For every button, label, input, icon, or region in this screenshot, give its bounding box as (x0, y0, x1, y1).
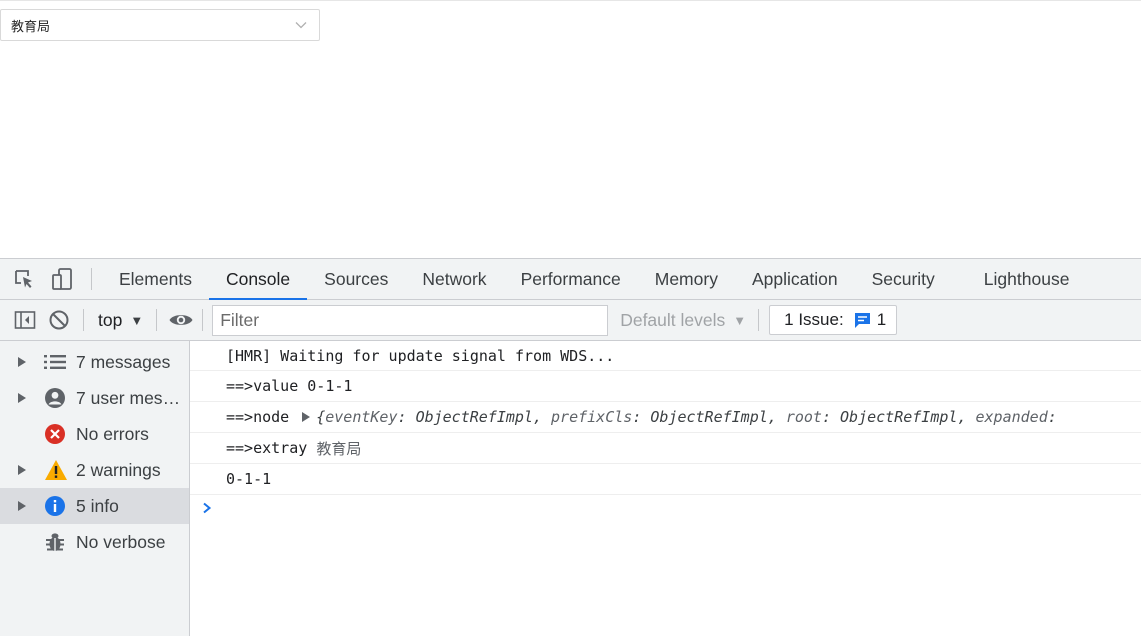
expand-triangle-icon[interactable] (0, 393, 44, 403)
issues-label: 1 Issue: (784, 310, 844, 329)
sidebar-item-verbose[interactable]: No verbose (0, 524, 189, 560)
tree-select[interactable]: 教育局 (0, 9, 320, 41)
expand-triangle-icon[interactable] (0, 501, 44, 511)
message-text: ==>value 0-1-1 (226, 377, 353, 395)
expand-triangle-icon[interactable] (0, 465, 44, 475)
clear-console-icon[interactable] (42, 303, 76, 337)
console-message: ==>value 0-1-1 (190, 371, 1141, 402)
sidebar-item-user-messages[interactable]: 7 user mess… (0, 380, 189, 416)
log-levels-dropdown[interactable]: Default levels ▼ (620, 310, 746, 331)
tab-elements[interactable]: Elements (102, 259, 209, 299)
console-message: [HMR] Waiting for update signal from WDS… (190, 341, 1141, 371)
sidebar-item-messages[interactable]: 7 messages (0, 344, 189, 380)
message-text: ==>extray (226, 439, 308, 457)
issue-message-icon (854, 312, 871, 329)
chevron-down-icon (295, 19, 307, 31)
prompt-chevron-icon (202, 501, 212, 519)
tab-application[interactable]: Application (735, 259, 855, 299)
warning-icon (44, 459, 76, 481)
context-selector[interactable]: top ▼ (91, 310, 149, 331)
sidebar-item-errors[interactable]: No errors (0, 416, 189, 452)
console-toolbar: top ▼ Default levels ▼ 1 Issue: (0, 300, 1141, 341)
inspect-element-icon[interactable] (5, 259, 43, 299)
tree-select-value: 教育局 (11, 19, 51, 35)
tab-separator (91, 268, 92, 290)
user-icon (44, 387, 76, 409)
filter-input[interactable] (220, 309, 601, 331)
toolbar-separator (156, 309, 158, 331)
bug-icon (44, 531, 76, 553)
tab-console[interactable]: Console (208, 259, 308, 300)
sidebar-item-warnings[interactable]: 2 warnings (0, 452, 189, 488)
console-message: ==>node {eventKey: ObjectRefImpl, prefix… (190, 402, 1141, 433)
sidebar-item-info[interactable]: 5 info (0, 488, 189, 524)
caret-down-icon: ▼ (733, 312, 747, 328)
sidebar-item-label: No verbose (76, 531, 166, 552)
device-toolbar-icon[interactable] (43, 259, 81, 299)
caret-down-icon: ▼ (130, 312, 144, 328)
sidebar-item-label: 5 info (76, 495, 119, 516)
console-prompt[interactable] (190, 495, 1141, 525)
console-message: 0-1-1 (190, 464, 1141, 495)
message-text: 0-1-1 (226, 470, 272, 488)
tab-lighthouse[interactable]: Lighthouse (967, 259, 1087, 299)
tab-network[interactable]: Network (405, 259, 503, 299)
context-label: top (98, 309, 123, 330)
filter-field[interactable] (212, 304, 609, 336)
toolbar-separator (758, 309, 760, 331)
sidebar-item-label: No errors (76, 423, 149, 444)
sidebar-item-label: 7 user mess… (76, 387, 189, 408)
console-sidebar: 7 messages 7 user mess… No errors 2 warn… (0, 341, 190, 636)
issues-count: 1 (876, 310, 887, 329)
message-text: [HMR] Waiting for update signal from WDS… (226, 346, 615, 365)
info-icon (44, 495, 76, 517)
sidebar-item-label: 7 messages (76, 351, 171, 372)
tab-performance[interactable]: Performance (504, 259, 638, 299)
message-value: 教育局 (316, 439, 362, 458)
devtools-panel: Elements Console Sources Network Perform… (0, 258, 1141, 636)
toolbar-separator (83, 309, 84, 331)
live-expression-eye-icon[interactable] (164, 303, 198, 337)
list-icon (44, 354, 76, 370)
page-viewport: 教育局 (0, 0, 1141, 258)
issues-button[interactable]: 1 Issue: 1 (769, 305, 898, 335)
expand-object-triangle-icon[interactable] (302, 412, 311, 422)
expand-triangle-icon[interactable] (0, 357, 44, 367)
sidebar-toggle-icon[interactable] (8, 303, 42, 337)
console-message: ==>extray 教育局 (190, 433, 1141, 464)
console-body: 7 messages 7 user mess… No errors 2 warn… (0, 341, 1141, 636)
log-levels-label: Default levels (620, 309, 726, 330)
message-text: ==>node (226, 408, 290, 426)
object-preview[interactable]: {eventKey: ObjectRefImpl, prefixCls: Obj… (316, 408, 1057, 426)
sidebar-item-label: 2 warnings (76, 459, 161, 480)
devtools-tabbar: Elements Console Sources Network Perform… (0, 259, 1141, 300)
tab-memory[interactable]: Memory (638, 259, 735, 299)
toolbar-separator (202, 309, 204, 331)
console-messages: [HMR] Waiting for update signal from WDS… (190, 341, 1141, 636)
tab-security[interactable]: Security (855, 259, 967, 299)
tab-sources[interactable]: Sources (307, 259, 405, 299)
error-icon (44, 423, 76, 445)
